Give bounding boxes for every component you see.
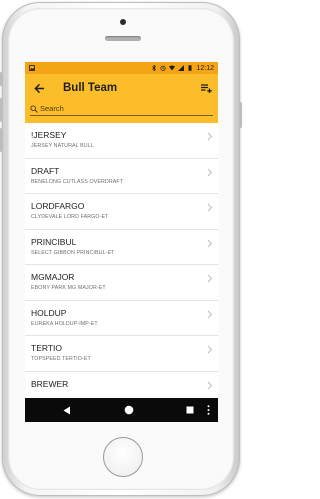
bull-fullname: EBONY PARK MG MAJOR-ET [31,285,106,291]
bull-shortname: LORDFARGO [31,201,85,211]
bull-fullname: EUREKA HOLDUP-IMP-ET [31,320,98,327]
nav-recents-icon[interactable] [186,406,194,414]
chevron-right-icon [207,310,213,318]
search-field [30,102,213,116]
volume-up-button [0,98,2,122]
list-item[interactable]: PRINCIBUL SELECT GIBBON PRINCIBUL-ET [25,230,218,265]
app-bar: Bull Team [25,74,218,102]
wifi-icon [169,65,176,71]
signal-icon [178,65,185,71]
bull-shortname: BREWER [31,378,69,389]
earpiece-speaker [105,36,141,41]
alarm-icon [160,65,167,71]
chevron-right-icon [207,345,213,354]
more-vert-icon[interactable] [207,405,210,415]
status-time: 12:12 [196,64,214,72]
bull-shortname: PRINCIBUL [31,236,77,247]
chevron-right-icon [207,274,213,283]
chevron-right-icon [207,168,213,176]
home-button[interactable] [103,437,143,477]
battery-icon [188,65,192,71]
bull-list: !JERSEY JERSEY NATURAL BULL DRAFT BENELO… [25,123,218,407]
bull-shortname: MGMAJOR [31,272,75,282]
list-item[interactable]: HOLDUP EUREKA HOLDUP-IMP-ET [25,301,218,336]
mute-switch [0,72,2,86]
chevron-right-icon [207,132,213,141]
bull-fullname: CLYDEVALE LORD FARGO-ET [31,214,109,220]
bull-fullname: TOPSPEED TERTIO-ET [31,356,91,362]
bull-fullname: JERSEY NATURAL BULL [31,143,94,149]
app-screen: 12:12 Bull Team !JERSEY JERSEY NATURAL B… [25,62,218,422]
bull-shortname: HOLDUP [31,307,67,318]
power-button [240,102,242,128]
status-bar: 12:12 [25,62,218,74]
bluetooth-icon [152,65,157,71]
bull-shortname: !JERSEY [31,130,67,140]
volume-down-button [0,128,2,152]
page-title: Bull Team [63,82,118,94]
list-item[interactable]: !JERSEY JERSEY NATURAL BULL [25,123,218,159]
chevron-right-icon [207,203,213,212]
bull-fullname: SELECT GIBBON PRINCIBUL-ET [31,249,115,256]
list-item[interactable]: MGMAJOR EBONY PARK MG MAJOR-ET [25,265,218,301]
chevron-right-icon [207,381,213,389]
list-item[interactable]: TERTIO TOPSPEED TERTIO-ET [25,336,218,372]
list-item[interactable]: LORDFARGO CLYDEVALE LORD FARGO-ET [25,194,218,230]
chevron-right-icon [207,239,213,247]
notification-image-icon [29,65,35,71]
bull-fullname: BENELONG CUTLASS OVERDRAFT [31,178,124,185]
nav-home-icon[interactable] [124,405,134,415]
nav-back-icon[interactable] [63,406,71,415]
arrow-left-icon[interactable] [31,80,47,96]
search-input[interactable] [40,102,190,115]
search-icon [30,104,38,113]
front-camera [120,19,126,25]
search-bar [25,102,218,123]
status-icons: 12:12 [151,65,214,72]
bull-shortname: DRAFT [31,165,60,176]
bull-shortname: TERTIO [31,343,63,353]
list-item[interactable]: DRAFT BENELONG CUTLASS OVERDRAFT [25,159,218,194]
android-nav-bar [25,398,218,422]
playlist-add-icon[interactable] [200,82,212,94]
